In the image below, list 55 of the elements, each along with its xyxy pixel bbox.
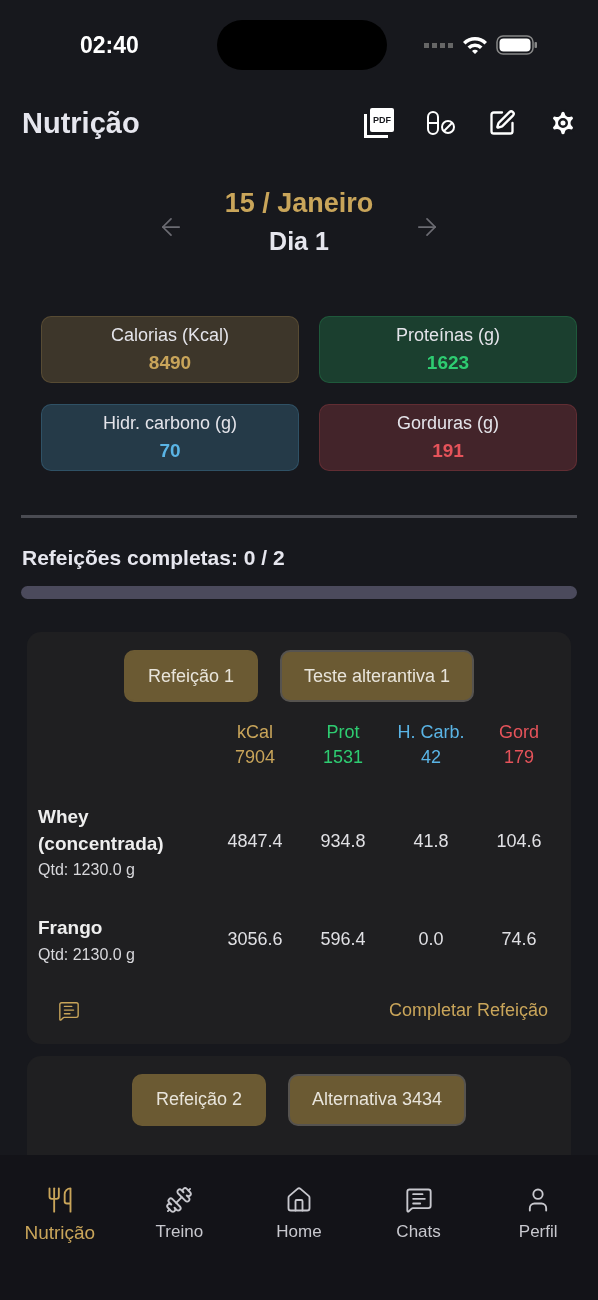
house-icon bbox=[285, 1186, 313, 1214]
day-label: Dia 1 bbox=[269, 227, 329, 256]
notes-button[interactable] bbox=[58, 999, 80, 1022]
nutrient-value: 934.8 bbox=[319, 830, 367, 853]
macro-value: 70 bbox=[159, 440, 181, 462]
tab-item[interactable]: Perfil bbox=[488, 1185, 589, 1243]
nutrient-value: 74.6 bbox=[500, 928, 538, 950]
meal-option-button[interactable]: Refeição 2 bbox=[131, 1073, 266, 1126]
signal-icon bbox=[424, 42, 454, 48]
progress-label: Refeições completas: 0 / 2 bbox=[22, 546, 286, 570]
macro-value: 1623 bbox=[426, 352, 470, 374]
macro-value: 8490 bbox=[148, 352, 192, 374]
page-title: Nutrição bbox=[22, 106, 140, 140]
column-heading: kCal bbox=[237, 722, 273, 743]
meal-option-button[interactable]: Alternativa 3434 bbox=[288, 1073, 467, 1126]
complete-meal-button[interactable]: Completar Refeição bbox=[388, 1000, 548, 1022]
column-heading: Prot bbox=[326, 722, 360, 743]
battery-icon bbox=[496, 35, 538, 55]
nutrient-value: 3056.6 bbox=[226, 928, 284, 950]
nutrient-value: 4847.4 bbox=[226, 830, 284, 853]
macro-label: Hidr. carbono (g) bbox=[102, 413, 238, 434]
nutrient-value: 0.0 bbox=[417, 928, 445, 950]
edit-button[interactable] bbox=[488, 109, 516, 137]
macro-label: Gorduras (g) bbox=[396, 413, 499, 434]
nutrient-value: 41.8 bbox=[412, 830, 450, 853]
column-total: 42 bbox=[421, 747, 441, 768]
macro-label: Proteínas (g) bbox=[395, 325, 500, 346]
column-total: 179 bbox=[503, 747, 534, 768]
food-name: Frango bbox=[38, 916, 104, 941]
nutrient-value: 104.6 bbox=[495, 830, 543, 853]
macro-label: Calorias (Kcal) bbox=[111, 325, 229, 346]
chat-icon bbox=[404, 1186, 433, 1214]
status-time: 02:40 bbox=[80, 31, 140, 59]
meal-option-button[interactable]: Teste alterantiva 1 bbox=[280, 650, 475, 702]
wifi-icon bbox=[462, 35, 488, 55]
food-name: Whey (concentrada) bbox=[38, 805, 165, 856]
column-total: 7904 bbox=[234, 747, 275, 768]
column-heading: H. Carb. bbox=[397, 722, 465, 743]
pill-off-icon bbox=[426, 111, 456, 135]
dumbbell-icon bbox=[165, 1186, 194, 1214]
pill-off-button[interactable] bbox=[426, 111, 456, 135]
meal-option-button[interactable]: Refeição 1 bbox=[123, 650, 258, 702]
nutrient-value: 596.4 bbox=[319, 928, 367, 950]
tab-item[interactable]: Nutrição bbox=[9, 1185, 110, 1245]
food-quantity: Qtd: 1230.0 g bbox=[38, 861, 136, 880]
macro-value: 191 bbox=[432, 440, 464, 462]
food-quantity: Qtd: 2130.0 g bbox=[38, 945, 136, 964]
tab-item[interactable]: Treino bbox=[129, 1185, 230, 1243]
tab-item[interactable]: Home bbox=[249, 1185, 349, 1243]
edit-icon bbox=[488, 109, 516, 137]
column-heading: Gord bbox=[499, 722, 539, 743]
date-label: 15 / Janeiro bbox=[224, 188, 374, 219]
column-total: 1531 bbox=[322, 747, 363, 768]
tab-item[interactable]: Chats bbox=[368, 1185, 469, 1243]
note-icon bbox=[58, 999, 80, 1022]
